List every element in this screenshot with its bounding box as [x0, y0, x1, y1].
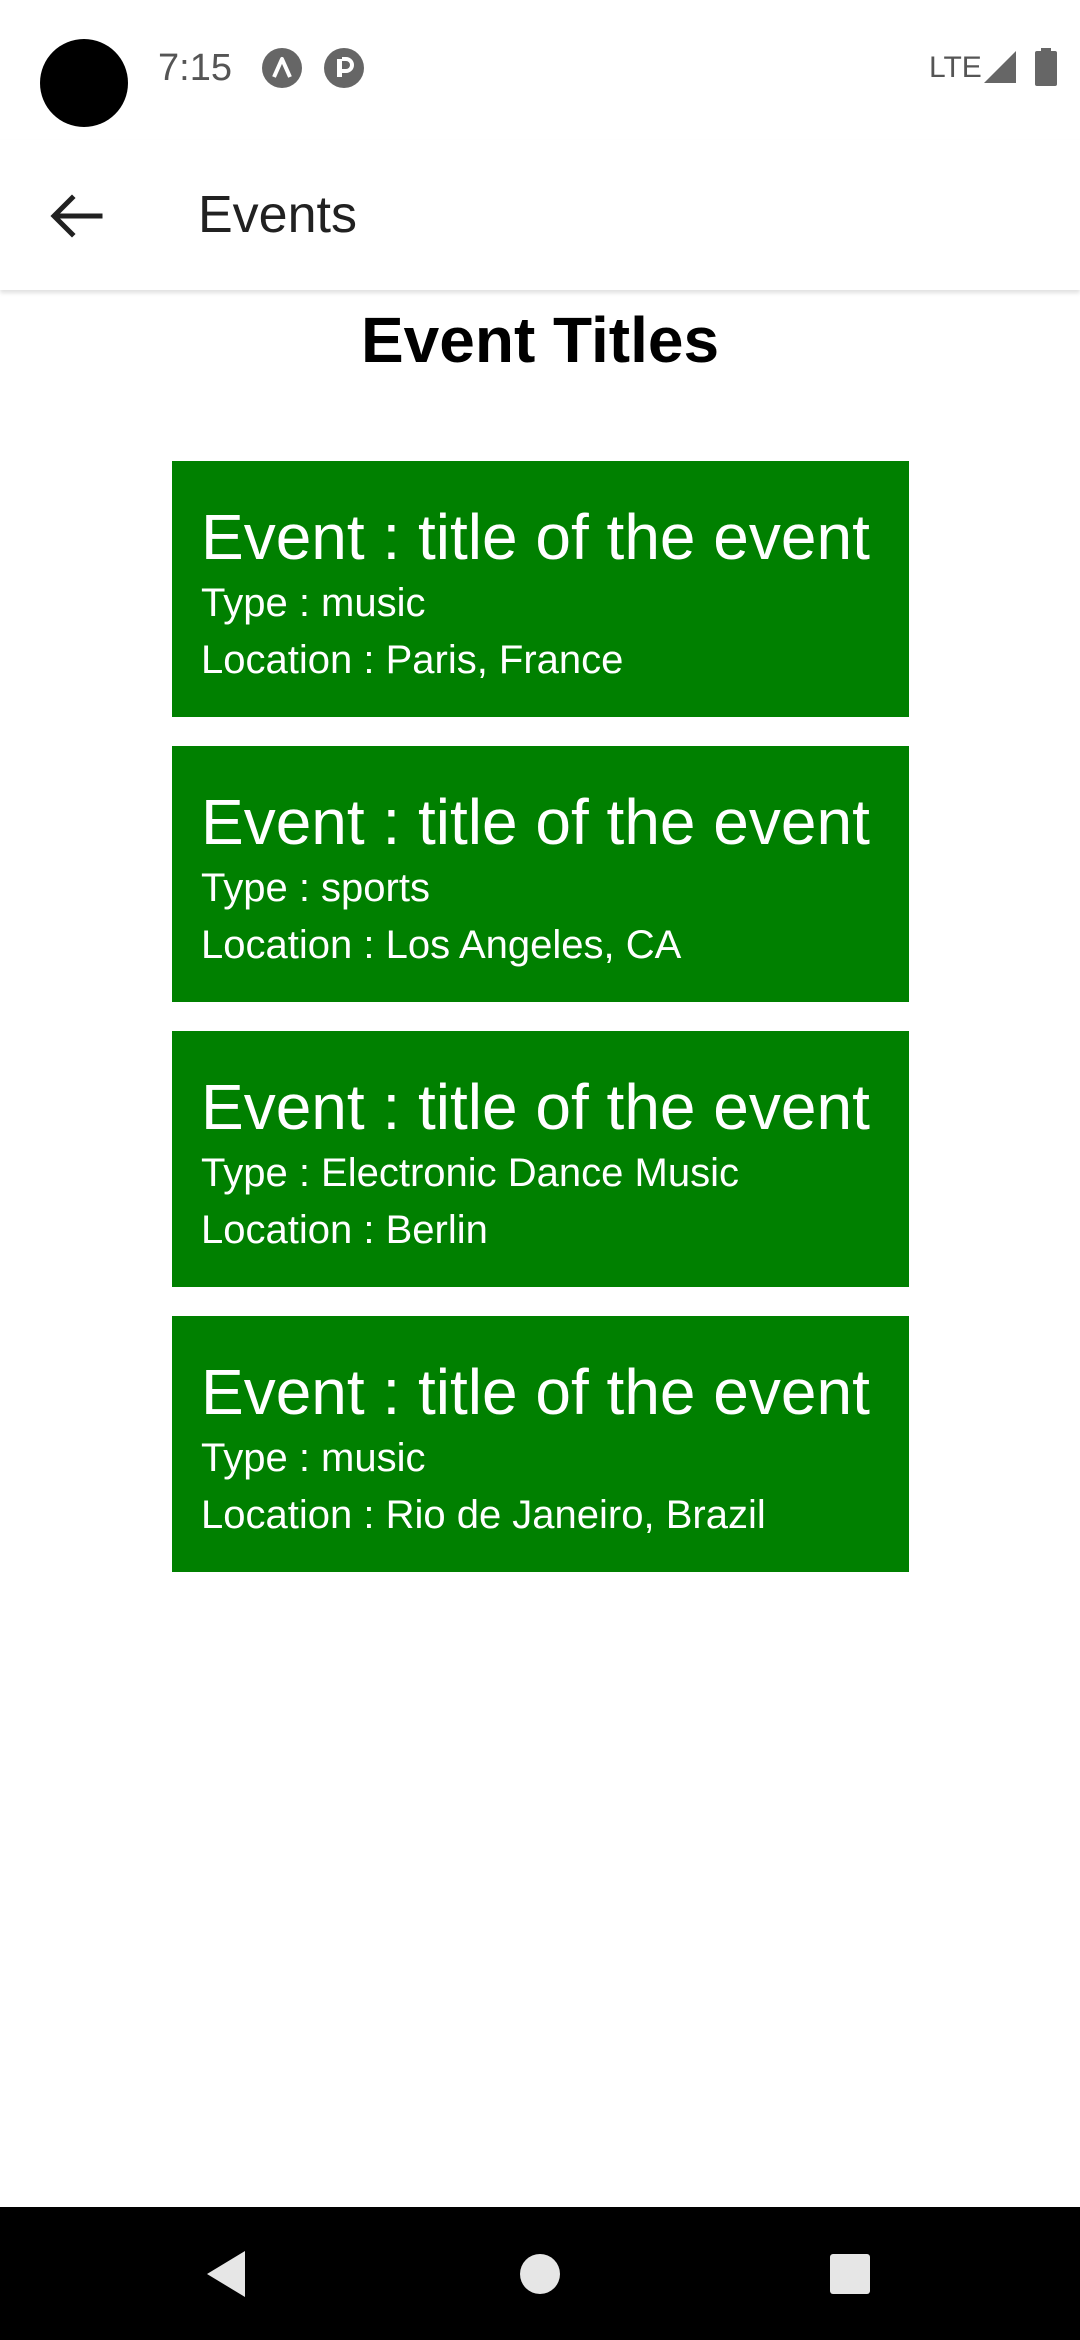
- event-title: Event : title of the event: [201, 1356, 870, 1428]
- event-title: Event : title of the event: [201, 786, 870, 858]
- event-list: Event : title of the event Type : music …: [172, 461, 909, 1601]
- network-type-label: LTE: [929, 51, 982, 84]
- event-type: Type : Electronic Dance Music: [201, 1151, 739, 1195]
- app-bar: Events: [0, 140, 1080, 290]
- event-card[interactable]: Event : title of the event Type : music …: [172, 1316, 909, 1572]
- page-heading: Event Titles: [360, 304, 720, 376]
- nav-home-button[interactable]: [503, 2237, 577, 2311]
- event-card[interactable]: Event : title of the event Type : music …: [172, 461, 909, 717]
- event-title: Event : title of the event: [201, 501, 870, 573]
- event-title: Event : title of the event: [201, 1071, 870, 1143]
- camera-cutout: [40, 39, 128, 127]
- status-bar: 7:15 LTE: [0, 0, 1080, 140]
- nav-recents-button[interactable]: [813, 2237, 887, 2311]
- home-circle-icon: [520, 2254, 560, 2294]
- nav-back-button[interactable]: [189, 2237, 263, 2311]
- screen: 7:15 LTE Events Event Titles Event: tit…: [0, 0, 1080, 2340]
- event-location: Location : Los Angeles, CA: [201, 923, 682, 967]
- event-location: Location : Rio de Janeiro, Brazil: [201, 1493, 766, 1537]
- back-button[interactable]: [38, 178, 114, 254]
- event-location: Location : Paris, France: [201, 638, 624, 682]
- event-card[interactable]: Event : title of the event Type : Electr…: [172, 1031, 909, 1287]
- event-type: Type : sports: [201, 866, 430, 910]
- event-location: Location : Berlin: [201, 1208, 488, 1252]
- arrow-left-icon: [50, 194, 103, 238]
- system-navigation-bar: [0, 2207, 1080, 2340]
- back-triangle-icon: [207, 2251, 245, 2297]
- app-bar-title: Events: [198, 186, 357, 244]
- recents-square-icon: [830, 2254, 870, 2294]
- event-card[interactable]: Event : title of the event Type : sports…: [172, 746, 909, 1002]
- event-type: Type : music: [201, 581, 426, 625]
- event-type: Type : music: [201, 1436, 426, 1480]
- signal-icon: [984, 51, 1016, 83]
- status-time: 7:15: [158, 47, 232, 89]
- battery-icon: [1035, 48, 1057, 86]
- notification-p-icon: [324, 48, 364, 88]
- notification-a-icon: [262, 48, 302, 88]
